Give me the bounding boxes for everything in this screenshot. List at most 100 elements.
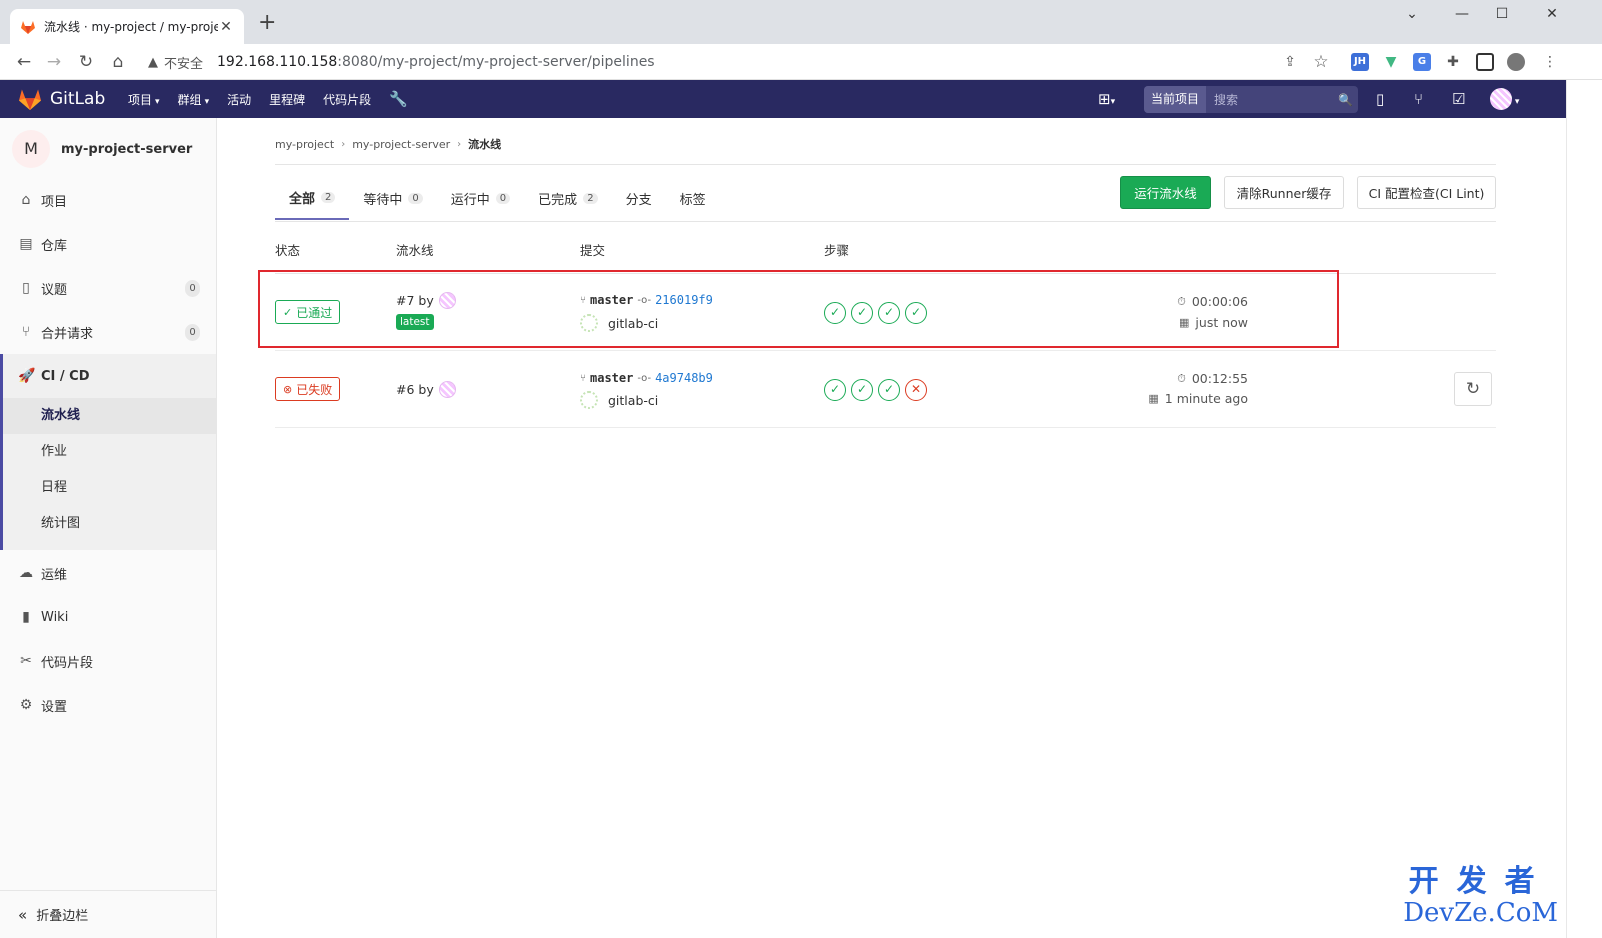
status-badge[interactable]: ⊗ 已失败 (275, 377, 341, 401)
pipeline-finished-at: ▦ 1 minute ago (1148, 391, 1248, 406)
home-icon[interactable]: ⌂ (106, 50, 130, 74)
gitlab-header: GitLab 项目 ▾ 群组 ▾ 活动 里程碑 代码片段 🔧 ⊞▾ 当前项目 搜索 … (0, 80, 1566, 118)
bookmark-star-icon[interactable]: ☆ (1309, 50, 1333, 74)
count-badge: 0 (408, 192, 423, 204)
todo-check-icon[interactable]: ☑ (1452, 90, 1465, 108)
tab-tags[interactable]: 标签 (666, 176, 720, 220)
user-avatar-menu[interactable]: ▾ (1490, 88, 1519, 114)
tab-finished[interactable]: 已完成 2 (524, 176, 611, 220)
gear-icon: ⚙ (19, 697, 33, 713)
close-window-button[interactable]: ✕ (1532, 6, 1572, 22)
project-sidebar: M my-project-server ⌂ 项目 ▤ 仓库 ▯ 议题 0 ⑂ 合… (0, 118, 217, 938)
divider (275, 164, 1496, 165)
sidebar-item-cicd[interactable]: 🚀 CI / CD (3, 354, 216, 398)
search-icon: 🔍 (1338, 92, 1353, 107)
stage-passed-icon[interactable]: ✓ (878, 379, 900, 401)
chevron-down-icon: ▾ (204, 96, 210, 107)
merge-request-icon[interactable]: ⑂ (1414, 90, 1423, 108)
sidebar-sub-charts[interactable]: 统计图 (3, 506, 216, 542)
browser-tabstrip: 流水线 · my-project / my-proje ✕ + ⌄ — ☐ ✕ (0, 0, 1602, 44)
avatar (580, 391, 598, 409)
collapse-sidebar-button[interactable]: « 折叠边栏 (0, 890, 216, 938)
vue-devtools-icon[interactable]: ▼ (1382, 53, 1400, 71)
kebab-menu-icon[interactable]: ⋮ (1538, 50, 1562, 74)
pipeline-stages: ✓ ✓ ✓ ✕ (824, 379, 932, 401)
translate-icon[interactable]: G (1413, 53, 1431, 71)
sidebar-item-snippets[interactable]: ✂ 代码片段 (0, 639, 216, 683)
page-scrollbar[interactable] (1566, 80, 1602, 938)
ci-lint-button[interactable]: CI 配置检查(CI Lint) (1357, 176, 1496, 209)
profile-avatar[interactable] (1507, 53, 1525, 71)
url-host: 192.168.110.158 (217, 54, 338, 70)
sidebar-item-project[interactable]: ⌂ 项目 (0, 178, 216, 222)
sidebar-item-merge-requests[interactable]: ⑂ 合并请求 0 (0, 310, 216, 354)
cloud-gear-icon: ☁ (19, 565, 33, 581)
search-box[interactable]: 当前项目 搜索 🔍 (1144, 86, 1358, 113)
reload-icon[interactable]: ↻ (74, 50, 98, 74)
tab-all[interactable]: 全部 2 (275, 176, 350, 220)
sidepanel-icon[interactable] (1476, 53, 1494, 71)
tab-title: 流水线 · my-project / my-proje (44, 20, 218, 34)
plus-square-icon[interactable]: ⊞▾ (1098, 90, 1115, 108)
nav-snippets[interactable]: 代码片段 (323, 91, 371, 108)
share-icon[interactable]: ⇪ (1278, 50, 1302, 74)
sidebar-item-repository[interactable]: ▤ 仓库 (0, 222, 216, 266)
back-arrow-icon[interactable]: ← (12, 50, 36, 74)
branch-name[interactable]: master (590, 371, 633, 385)
timer-icon: ⏱ (1177, 371, 1186, 385)
sidebar-item-issues[interactable]: ▯ 议题 0 (0, 266, 216, 310)
chevron-down-icon: ▾ (155, 96, 160, 107)
sidebar-sub-schedules[interactable]: 日程 (3, 470, 216, 506)
new-tab-button[interactable]: + (258, 12, 276, 34)
sidebar-item-wiki[interactable]: ▮ Wiki (0, 595, 216, 639)
issues-icon[interactable]: ▯ (1376, 90, 1384, 108)
forward-arrow-icon[interactable]: → (42, 50, 66, 74)
watermark: 开发者 DevZe.CoM (1403, 856, 1558, 926)
breadcrumb-current[interactable]: 流水线 (468, 136, 501, 152)
tab-pending[interactable]: 等待中 0 (349, 176, 436, 220)
jh-extension-icon[interactable]: JH (1351, 53, 1369, 71)
rocket-icon: 🚀 (18, 368, 36, 384)
tab-running[interactable]: 运行中 0 (437, 176, 524, 220)
sidebar-item-settings[interactable]: ⚙ 设置 (0, 683, 216, 727)
nav-activity[interactable]: 活动 (227, 91, 251, 108)
sidebar-item-operations[interactable]: ☁ 运维 (0, 551, 216, 595)
gitlab-brand: GitLab (50, 89, 106, 109)
commit-author[interactable]: gitlab-ci (580, 391, 658, 409)
breadcrumb-group[interactable]: my-project (275, 138, 334, 151)
calendar-icon: ▦ (1148, 392, 1159, 405)
browser-tab[interactable]: 流水线 · my-project / my-proje ✕ (10, 9, 244, 44)
stage-passed-icon[interactable]: ✓ (851, 379, 873, 401)
retry-pipeline-button[interactable]: ↻ (1454, 372, 1492, 406)
nav-projects[interactable]: 项目 ▾ (128, 91, 160, 108)
nav-groups[interactable]: 群组 ▾ (178, 91, 210, 108)
extensions-puzzle-icon[interactable]: ✚ (1444, 53, 1462, 71)
watermark-cn: 开发者 (1408, 864, 1553, 899)
tab-close-icon[interactable]: ✕ (218, 19, 234, 35)
search-scope[interactable]: 当前项目 (1144, 86, 1207, 113)
chevron-down-icon[interactable]: ⌄ (1392, 6, 1432, 22)
run-pipeline-button[interactable]: 运行流水线 (1120, 176, 1211, 209)
sidebar-sub-jobs[interactable]: 作业 (3, 434, 216, 470)
tab-branches[interactable]: 分支 (612, 176, 666, 220)
stage-passed-icon[interactable]: ✓ (824, 379, 846, 401)
maximize-button[interactable]: ☐ (1482, 6, 1522, 22)
sidebar-sub-pipelines[interactable]: 流水线 (3, 398, 216, 434)
column-header-commit: 提交 (580, 243, 606, 258)
column-header-status: 状态 (275, 243, 301, 258)
breadcrumb-project[interactable]: my-project-server (352, 138, 450, 151)
project-header[interactable]: M my-project-server (12, 130, 192, 168)
gitlab-logo[interactable]: GitLab (18, 88, 105, 110)
address-bar[interactable]: ▲ 不安全 192.168.110.158:8080/my-project/my… (140, 48, 1340, 76)
nav-milestones[interactable]: 里程碑 (269, 91, 305, 108)
clear-runner-cache-button[interactable]: 清除Runner缓存 (1224, 176, 1344, 209)
stage-failed-icon[interactable]: ✕ (905, 379, 927, 401)
minimize-button[interactable]: — (1442, 6, 1482, 22)
sidebar-item-label: Wiki (41, 609, 69, 625)
wrench-icon[interactable]: 🔧 (389, 90, 408, 108)
search-input[interactable]: 搜索 (1206, 91, 1338, 108)
commit-sha[interactable]: 4a9748b9 (655, 371, 713, 385)
pipeline-id[interactable]: #6 by (396, 381, 456, 398)
column-header-stages: 步骤 (824, 243, 850, 258)
project-name: my-project-server (61, 141, 193, 157)
